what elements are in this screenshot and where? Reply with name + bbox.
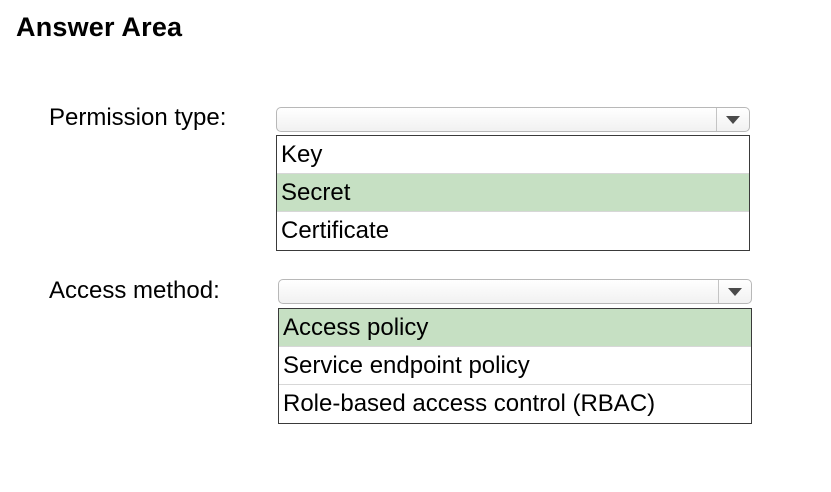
permission-option-certificate[interactable]: Certificate [277, 212, 749, 250]
access-method-label: Access method: [49, 277, 220, 304]
access-option-access-policy[interactable]: Access policy [279, 309, 751, 347]
chevron-down-icon [726, 115, 740, 124]
permission-option-key[interactable]: Key [277, 136, 749, 174]
access-option-rbac[interactable]: Role-based access control (RBAC) [279, 385, 751, 423]
permission-type-dropdown-toggle[interactable] [716, 108, 749, 131]
permission-type-dropdown[interactable] [276, 107, 750, 132]
access-option-service-endpoint-policy[interactable]: Service endpoint policy [279, 347, 751, 385]
access-method-option-list: Access policy Service endpoint policy Ro… [278, 308, 752, 424]
answer-area-title: Answer Area [16, 12, 183, 42]
chevron-down-icon [728, 287, 742, 296]
permission-type-option-list: Key Secret Certificate [276, 135, 750, 251]
permission-type-label: Permission type: [49, 104, 227, 131]
access-method-dropdown[interactable] [278, 279, 752, 304]
permission-option-secret[interactable]: Secret [277, 174, 749, 212]
access-method-dropdown-toggle[interactable] [718, 280, 751, 303]
